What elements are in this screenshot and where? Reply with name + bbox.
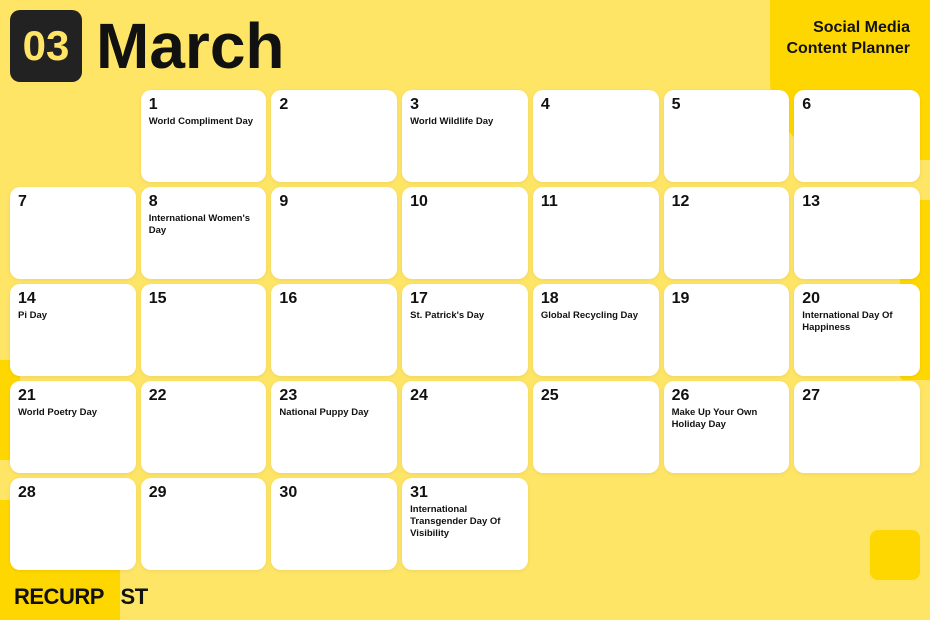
- day-number-11: 11: [541, 193, 651, 211]
- day-number-25: 25: [541, 387, 651, 405]
- day-number-3: 3: [410, 96, 520, 114]
- calendar-day-28: 28: [10, 478, 136, 570]
- day-number-16: 16: [279, 290, 389, 308]
- day-number-13: 13: [802, 193, 912, 211]
- day-event-1: World Compliment Day: [149, 116, 259, 128]
- planner-line1: Social Media: [786, 18, 910, 39]
- day-number-12: 12: [672, 193, 782, 211]
- calendar-day-empty-0: [10, 90, 136, 182]
- day-number-22: 22: [149, 387, 259, 405]
- calendar-day-10: 10: [402, 187, 528, 279]
- calendar-day-6: 6: [794, 90, 920, 182]
- month-number: 03: [10, 10, 82, 82]
- day-number-15: 15: [149, 290, 259, 308]
- day-event-17: St. Patrick's Day: [410, 310, 520, 322]
- day-number-24: 24: [410, 387, 520, 405]
- calendar-day-empty-34: [794, 478, 920, 570]
- calendar-day-2: 2: [271, 90, 397, 182]
- calendar-day-empty-33: [664, 478, 790, 570]
- calendar-day-18: 18 Global Recycling Day: [533, 284, 659, 376]
- day-number-7: 7: [18, 193, 128, 211]
- day-number-30: 30: [279, 484, 389, 502]
- day-number-29: 29: [149, 484, 259, 502]
- calendar-day-8: 8 International Women's Day: [141, 187, 267, 279]
- day-number-14: 14: [18, 290, 128, 308]
- calendar-day-25: 25: [533, 381, 659, 473]
- calendar-day-9: 9: [271, 187, 397, 279]
- calendar-day-15: 15: [141, 284, 267, 376]
- day-number-31: 31: [410, 484, 520, 502]
- day-number-9: 9: [279, 193, 389, 211]
- day-event-3: World Wildlife Day: [410, 116, 520, 128]
- day-event-31: International Transgender Day Of Visibil…: [410, 504, 520, 541]
- day-number-27: 27: [802, 387, 912, 405]
- day-number-4: 4: [541, 96, 651, 114]
- brand-o: O: [104, 584, 121, 609]
- calendar-day-7: 7: [10, 187, 136, 279]
- calendar-day-13: 13: [794, 187, 920, 279]
- brand-text-before: RECURP: [14, 584, 104, 609]
- calendar-day-12: 12: [664, 187, 790, 279]
- planner-line2: Content Planner: [786, 39, 910, 60]
- calendar-day-22: 22: [141, 381, 267, 473]
- day-number-18: 18: [541, 290, 651, 308]
- calendar-day-1: 1 World Compliment Day: [141, 90, 267, 182]
- day-event-23: National Puppy Day: [279, 407, 389, 419]
- calendar-day-27: 27: [794, 381, 920, 473]
- calendar-day-17: 17 St. Patrick's Day: [402, 284, 528, 376]
- calendar-day-21: 21 World Poetry Day: [10, 381, 136, 473]
- day-number-19: 19: [672, 290, 782, 308]
- day-event-26: Make Up Your Own Holiday Day: [672, 407, 782, 432]
- day-number-17: 17: [410, 290, 520, 308]
- calendar-day-3: 3 World Wildlife Day: [402, 90, 528, 182]
- day-event-21: World Poetry Day: [18, 407, 128, 419]
- day-number-1: 1: [149, 96, 259, 114]
- calendar-day-31: 31 International Transgender Day Of Visib…: [402, 478, 528, 570]
- calendar-day-23: 23 National Puppy Day: [271, 381, 397, 473]
- day-event-18: Global Recycling Day: [541, 310, 651, 322]
- day-number-6: 6: [802, 96, 912, 114]
- day-number-23: 23: [279, 387, 389, 405]
- calendar-day-11: 11: [533, 187, 659, 279]
- calendar-day-30: 30: [271, 478, 397, 570]
- calendar-grid: 1World Compliment Day23World Wildlife Da…: [10, 90, 920, 570]
- calendar-day-empty-32: [533, 478, 659, 570]
- day-number-28: 28: [18, 484, 128, 502]
- header: 03 March: [10, 10, 285, 82]
- planner-label: Social Media Content Planner: [786, 18, 910, 60]
- calendar-day-5: 5: [664, 90, 790, 182]
- calendar-day-29: 29: [141, 478, 267, 570]
- day-number-2: 2: [279, 96, 389, 114]
- calendar-day-20: 20 International Day Of Happiness: [794, 284, 920, 376]
- day-number-10: 10: [410, 193, 520, 211]
- day-number-21: 21: [18, 387, 128, 405]
- day-event-20: International Day Of Happiness: [802, 310, 912, 335]
- calendar-day-16: 16: [271, 284, 397, 376]
- calendar-day-14: 14 Pi Day: [10, 284, 136, 376]
- brand-logo: RECURPOST: [14, 584, 148, 610]
- day-number-5: 5: [672, 96, 782, 114]
- day-event-8: International Women's Day: [149, 213, 259, 238]
- calendar-day-4: 4: [533, 90, 659, 182]
- calendar-day-24: 24: [402, 381, 528, 473]
- month-name: March: [96, 14, 285, 78]
- day-number-26: 26: [672, 387, 782, 405]
- day-number-8: 8: [149, 193, 259, 211]
- calendar-day-26: 26 Make Up Your Own Holiday Day: [664, 381, 790, 473]
- calendar-day-19: 19: [664, 284, 790, 376]
- brand-text-after: ST: [121, 584, 148, 609]
- day-event-14: Pi Day: [18, 310, 128, 322]
- day-number-20: 20: [802, 290, 912, 308]
